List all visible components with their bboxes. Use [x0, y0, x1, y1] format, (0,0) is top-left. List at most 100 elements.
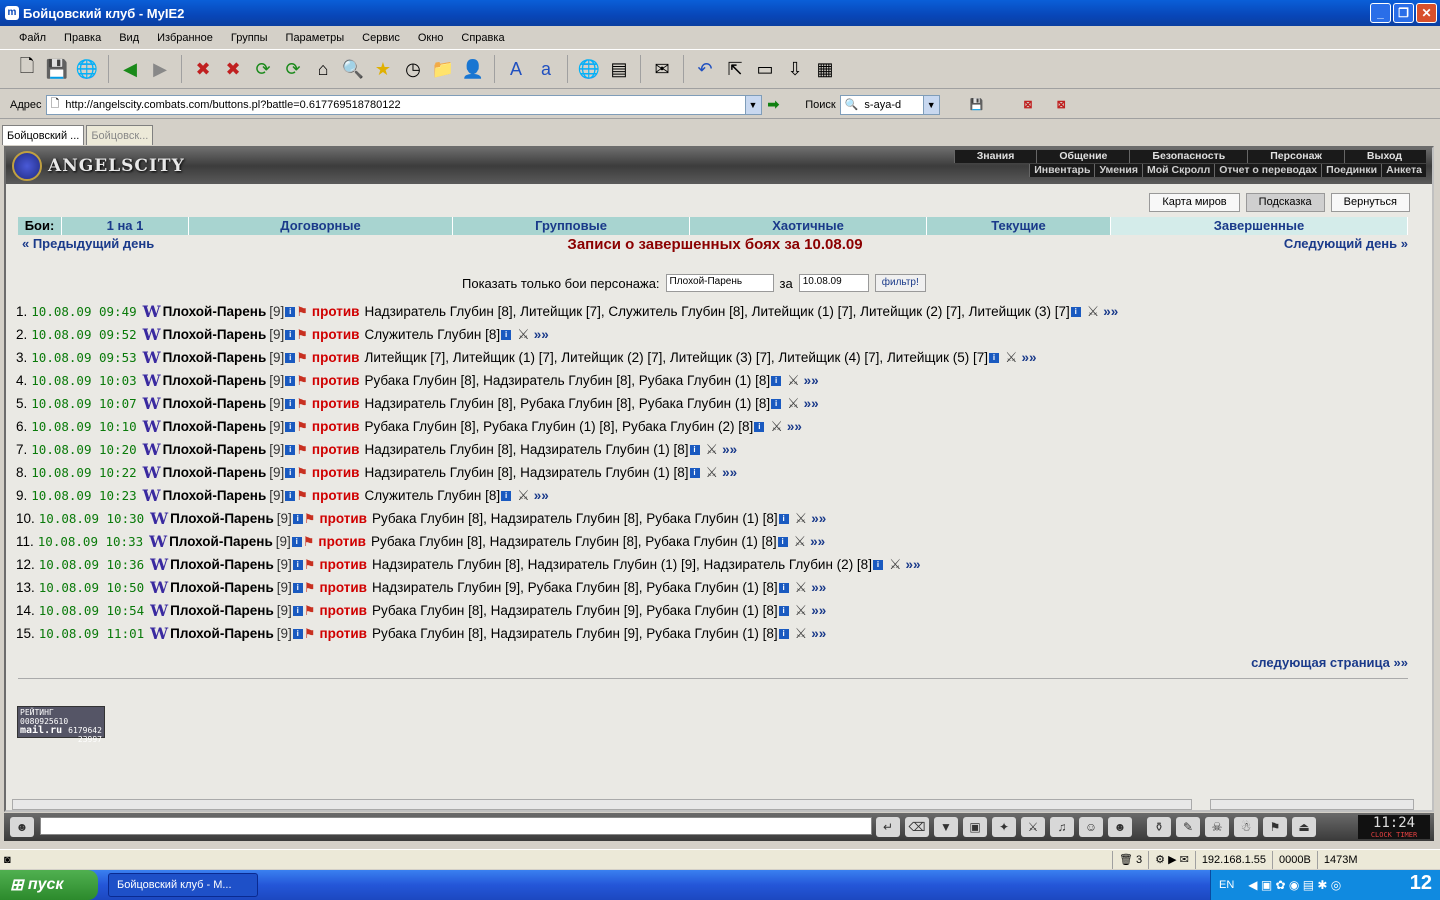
proxy-icon[interactable]: ▤ [606, 56, 632, 82]
opponents[interactable]: Надзиратель Глубин [8], Надзиратель Глуб… [372, 557, 872, 572]
battle-log-link[interactable]: »» [1103, 304, 1118, 319]
quest-icon[interactable]: ✎ [1176, 817, 1200, 837]
opponents[interactable]: Надзиратель Глубин [8], Литейщик [7], Сл… [364, 304, 1069, 319]
opponents[interactable]: Служитель Глубин [8] [364, 488, 500, 503]
info-icon[interactable]: i [292, 605, 303, 616]
info-icon[interactable]: i [777, 536, 788, 547]
hint-button[interactable]: Подсказка [1245, 193, 1325, 212]
globe-save-icon[interactable]: 🌐 [74, 56, 100, 82]
player-nick[interactable]: Плохой-Парень [170, 580, 274, 595]
battle-datetime[interactable]: 10.08.09 10:33 [38, 534, 143, 549]
player-nick[interactable]: Плохой-Парень [163, 373, 267, 388]
next-page-link[interactable]: следующая страница »» [1251, 655, 1408, 670]
battle-datetime[interactable]: 10.08.09 10:07 [31, 396, 136, 411]
eraser-icon[interactable]: ⌫ [905, 817, 929, 837]
player-nick[interactable]: Плохой-Парень [163, 350, 267, 365]
taskbar-window-button[interactable]: Бойцовский клуб - M... [108, 873, 258, 897]
filter-icon[interactable]: ▼ [934, 817, 958, 837]
horizontal-scrollbar-2[interactable] [1210, 799, 1414, 810]
battle-datetime[interactable]: 10.08.09 10:23 [31, 488, 136, 503]
character-input[interactable]: Плохой-Парень [665, 274, 774, 292]
opponents[interactable]: Литейщик [7], Литейщик (1) [7], Литейщик… [364, 350, 988, 365]
battle-log-link[interactable]: »» [534, 488, 549, 503]
split-icon[interactable]: ⚔ [1021, 817, 1045, 837]
mask-icon[interactable]: ☠ [1205, 817, 1229, 837]
clan-w-icon[interactable]: W [143, 302, 161, 321]
info-icon[interactable]: i [291, 536, 302, 547]
emoticons-icon[interactable]: ☻ [1108, 817, 1132, 837]
nav-security[interactable]: Безопасность [1129, 150, 1247, 163]
minimize-button[interactable]: _ [1370, 3, 1391, 23]
info-icon[interactable]: i [689, 467, 700, 478]
info-icon[interactable]: i [292, 582, 303, 593]
info-icon[interactable]: i [771, 398, 782, 409]
battle-datetime[interactable]: 10.08.09 09:52 [31, 327, 136, 342]
battle-log-link[interactable]: »» [722, 465, 737, 480]
clan-w-icon[interactable]: W [150, 624, 168, 643]
clan-w-icon[interactable]: W [150, 601, 168, 620]
back-icon[interactable]: ◀ [117, 56, 143, 82]
back-button[interactable]: Вернуться [1330, 193, 1410, 212]
clan-w-icon[interactable]: W [143, 325, 161, 344]
menu-view[interactable]: Вид [110, 32, 148, 44]
battle-datetime[interactable]: 10.08.09 10:54 [39, 603, 144, 618]
stop-all-icon[interactable]: ✖ [220, 56, 246, 82]
nav-profile[interactable]: Анкета [1381, 164, 1426, 177]
menu-edit[interactable]: Правка [55, 32, 110, 44]
opponents[interactable]: Рубака Глубин [8], Надзиратель Глубин [8… [364, 373, 770, 388]
player-nick[interactable]: Плохой-Парень [163, 488, 267, 503]
close-tab-icon[interactable]: ⊠ [1023, 98, 1032, 111]
opponents[interactable]: Надзиратель Глубин [9], Рубака Глубин [8… [372, 580, 778, 595]
search-dropdown-icon[interactable]: ▼ [922, 95, 939, 114]
info-icon[interactable]: i [501, 490, 512, 501]
stop-icon[interactable]: ✖ [190, 56, 216, 82]
info-icon[interactable]: i [872, 559, 883, 570]
next-day-link[interactable]: Следующий день » [1284, 236, 1408, 251]
battle-log-link[interactable]: »» [804, 396, 819, 411]
tab-contract[interactable]: Договорные [189, 217, 453, 235]
save-small-icon[interactable]: 💾 [970, 98, 984, 111]
info-icon[interactable]: i [285, 421, 296, 432]
fighter-icon[interactable]: ✦ [992, 817, 1016, 837]
info-icon[interactable]: i [285, 467, 296, 478]
clan-w-icon[interactable]: W [143, 394, 161, 413]
player-nick[interactable]: Плохой-Парень [163, 465, 267, 480]
info-icon[interactable]: i [501, 329, 512, 340]
battle-log-link[interactable]: »» [811, 626, 826, 641]
battle-datetime[interactable]: 10.08.09 09:49 [31, 304, 136, 319]
sound-icon[interactable]: ♫ [1050, 817, 1074, 837]
smile-icon[interactable]: ☺ [1079, 817, 1103, 837]
menu-favorites[interactable]: Избранное [148, 32, 222, 44]
player-nick[interactable]: Плохой-Парень [163, 304, 267, 319]
search-input[interactable]: 🔍 s-aya-d ▼ [839, 94, 940, 115]
nav-inventory[interactable]: Инвентарь [1029, 164, 1094, 177]
info-icon[interactable]: i [292, 628, 303, 639]
battle-log-link[interactable]: »» [722, 442, 737, 457]
info-icon[interactable]: i [988, 352, 999, 363]
info-icon[interactable]: i [1070, 306, 1081, 317]
status-tools-icon[interactable]: ⚙ ▶ ✉ [1148, 850, 1195, 869]
battle-datetime[interactable]: 10.08.09 11:01 [39, 626, 144, 641]
fullscreen-icon[interactable]: ▭ [752, 56, 778, 82]
clan-w-icon[interactable]: W [149, 532, 167, 551]
refresh-icon[interactable]: ⟳ [250, 56, 276, 82]
battle-log-link[interactable]: »» [811, 580, 826, 595]
internet-icon[interactable]: 🌐 [576, 56, 602, 82]
exit-icon[interactable]: ⏏ [1292, 817, 1316, 837]
clan-w-icon[interactable]: W [150, 509, 168, 528]
tab-group[interactable]: Групповые [453, 217, 690, 235]
info-icon[interactable]: i [689, 444, 700, 455]
horizontal-scrollbar[interactable] [12, 799, 1192, 810]
player-nick[interactable]: Плохой-Парень [169, 534, 273, 549]
menu-tools[interactable]: Сервис [353, 32, 409, 44]
opponents[interactable]: Служитель Глубин [8] [364, 327, 500, 342]
opponents[interactable]: Надзиратель Глубин [8], Рубака Глубин [8… [364, 396, 770, 411]
player-nick[interactable]: Плохой-Парень [170, 603, 274, 618]
nav-knowledge[interactable]: Знания [953, 150, 1037, 163]
nav-transfers[interactable]: Отчет о переводах [1214, 164, 1321, 177]
folder-icon[interactable]: 📁 [430, 56, 456, 82]
save-icon[interactable]: 💾 [44, 56, 70, 82]
clan-w-icon[interactable]: W [143, 348, 161, 367]
clan-w-icon[interactable]: W [143, 463, 161, 482]
nav-exit[interactable]: Выход [1343, 150, 1424, 163]
